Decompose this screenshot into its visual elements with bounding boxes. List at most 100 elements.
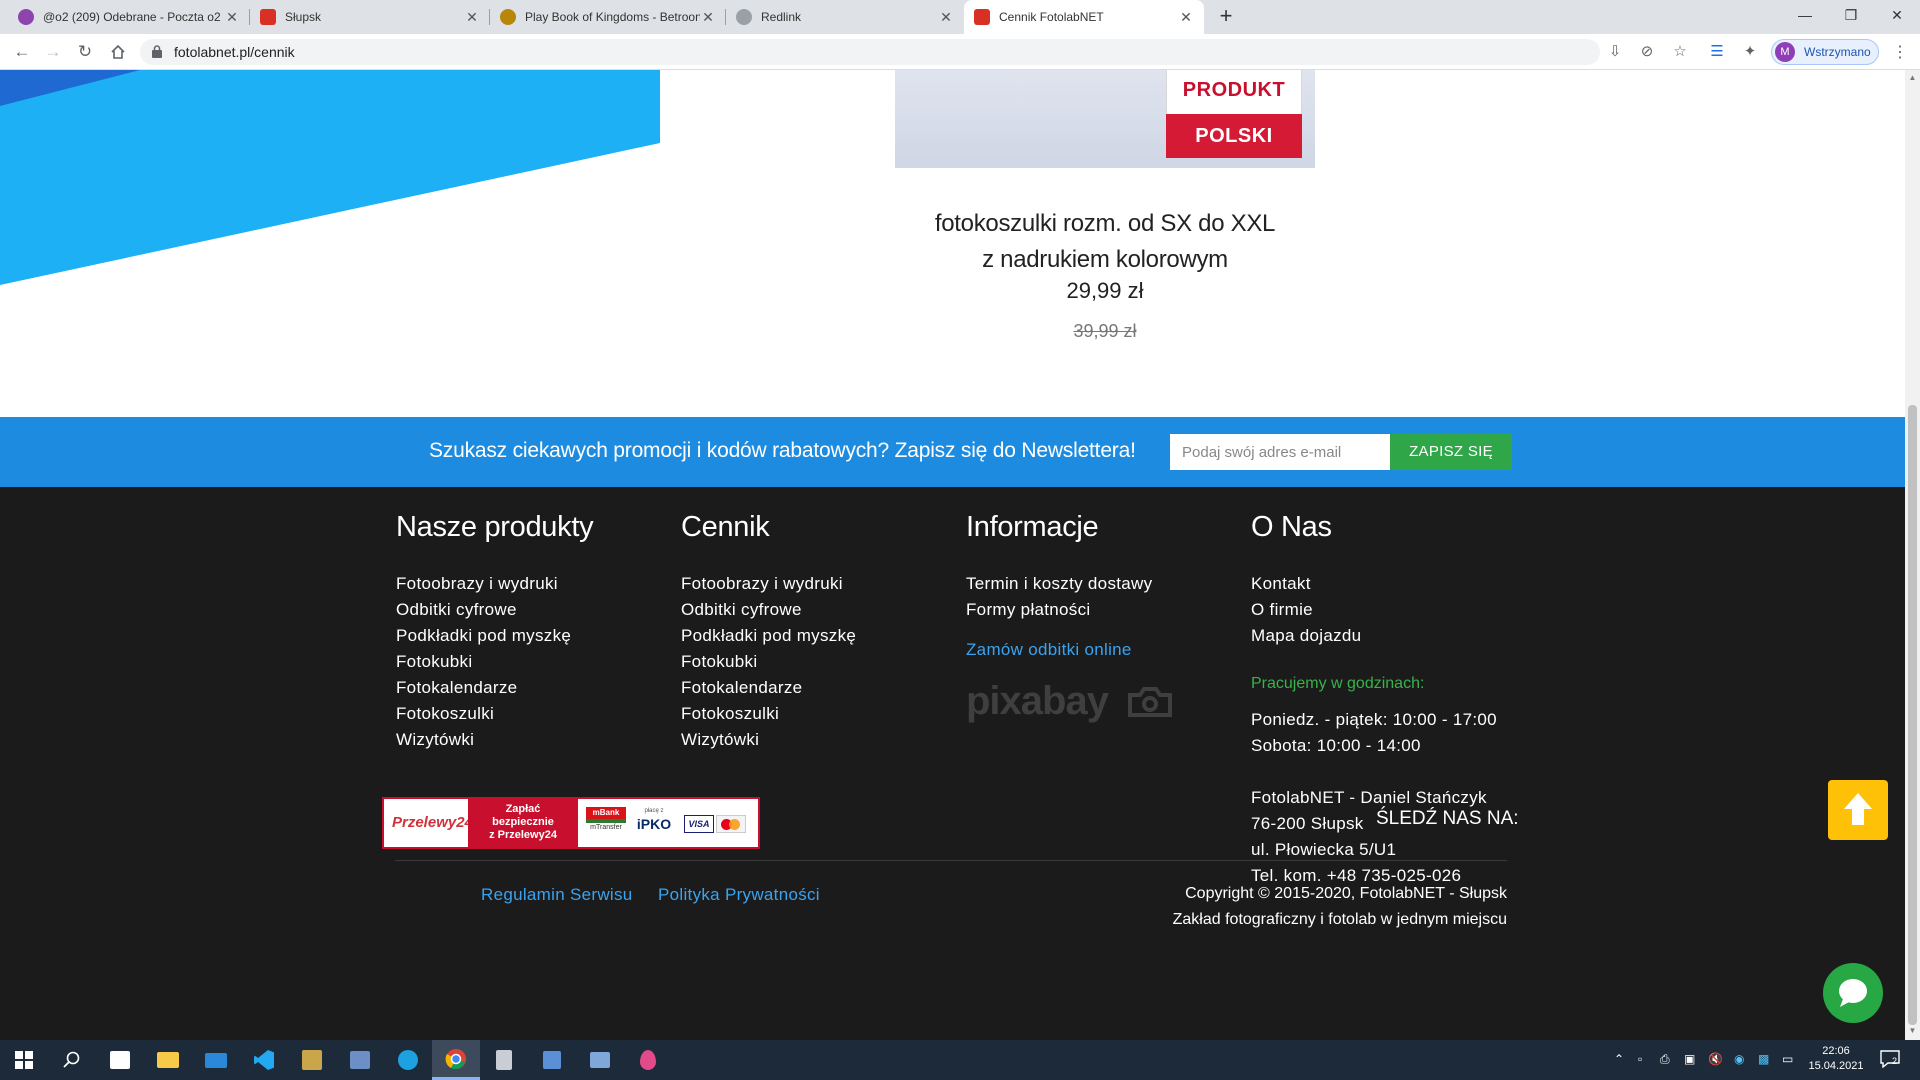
search-icon[interactable] <box>48 1040 96 1080</box>
footer-link[interactable]: Fotokoszulki <box>681 701 856 727</box>
translate-icon[interactable]: ☰ <box>1707 42 1727 62</box>
tray-app-icon[interactable]: ◉ <box>1734 1052 1744 1066</box>
volume-muted-icon[interactable]: 🔇 <box>1708 1052 1723 1066</box>
paint-drop-icon[interactable] <box>624 1040 672 1080</box>
footer-link[interactable]: Podkładki pod myszkę <box>681 623 856 649</box>
footer-link[interactable]: Formy płatności <box>966 597 1152 623</box>
footer-link[interactable]: Fotokalendarze <box>681 675 856 701</box>
app-icon[interactable] <box>288 1040 336 1080</box>
restore-icon[interactable]: ❐ <box>1828 0 1874 30</box>
footer-link[interactable]: Wizytówki <box>396 727 571 753</box>
scroll-up-arrow-icon[interactable]: ▲ <box>1908 73 1917 82</box>
tray-icon[interactable]: ▫ <box>1638 1052 1642 1066</box>
calculator-icon[interactable] <box>480 1040 528 1080</box>
scroll-to-top-button[interactable] <box>1828 780 1888 840</box>
system-clock[interactable]: 22:06 15.04.2021 <box>1806 1044 1866 1074</box>
remote-desktop-icon[interactable] <box>576 1040 624 1080</box>
product-title[interactable]: fotokoszulki rozm. od SX do XXL z nadruk… <box>860 206 1350 278</box>
newsletter-email-input[interactable] <box>1170 434 1390 470</box>
close-window-icon[interactable]: ✕ <box>1874 0 1920 30</box>
mastercard-logo <box>716 815 746 833</box>
avatar: M <box>1775 42 1795 62</box>
tab-close-icon[interactable]: ✕ <box>464 9 480 26</box>
windows-start-icon[interactable] <box>0 1040 48 1080</box>
back-icon[interactable]: ← <box>10 40 34 64</box>
footer-link[interactable]: Termin i koszty dostawy <box>966 571 1152 597</box>
tab-close-icon[interactable]: ✕ <box>1178 9 1194 26</box>
store-icon[interactable] <box>96 1040 144 1080</box>
file-explorer-icon[interactable] <box>144 1040 192 1080</box>
mail-icon[interactable] <box>192 1040 240 1080</box>
tab-slupsk[interactable]: Słupsk ✕ <box>250 0 490 34</box>
tray-icon[interactable]: ▣ <box>1684 1052 1695 1066</box>
lock-icon <box>152 45 162 63</box>
chat-button[interactable] <box>1823 963 1883 1023</box>
home-icon[interactable] <box>106 40 130 64</box>
notifications-icon[interactable]: 2 <box>1880 1050 1904 1070</box>
tray-app-icon[interactable]: ▩ <box>1758 1052 1769 1066</box>
newsletter-subscribe-button[interactable]: ZAPISZ SIĘ <box>1390 434 1512 470</box>
product-old-price: 39,99 zł <box>1073 321 1137 341</box>
globe-favicon-icon <box>736 9 752 25</box>
tab-title: Słupsk <box>285 10 322 24</box>
footer-link[interactable]: Fotoobrazy i wydruki <box>396 571 571 597</box>
footer-heading: Informacje <box>966 511 1099 543</box>
app-icon[interactable] <box>336 1040 384 1080</box>
tracking-blocked-icon[interactable]: ⊘ <box>1637 42 1657 62</box>
reload-icon[interactable]: ↻ <box>73 40 97 64</box>
vscode-icon[interactable] <box>240 1040 288 1080</box>
forward-icon[interactable]: → <box>41 40 65 64</box>
tab-close-icon[interactable]: ✕ <box>938 9 954 26</box>
footer-link[interactable]: Fotokubki <box>396 649 571 675</box>
scrollbar-thumb[interactable] <box>1908 405 1917 1025</box>
profile-button[interactable]: M Wstrzymano <box>1771 39 1879 65</box>
tab-close-icon[interactable]: ✕ <box>224 9 240 26</box>
footer-link[interactable]: Mapa dojazdu <box>1251 623 1361 649</box>
extensions-icon[interactable]: ✦ <box>1740 42 1760 62</box>
minimize-icon[interactable]: — <box>1782 0 1828 30</box>
footer-link[interactable]: Odbitki cyfrowe <box>396 597 571 623</box>
privacy-policy-link[interactable]: Polityka Prywatności <box>658 885 820 905</box>
browser-menu-icon[interactable]: ⋮ <box>1890 42 1910 62</box>
footer-link[interactable]: Fotokalendarze <box>396 675 571 701</box>
copyright-text: Copyright © 2015-2020, FotolabNET - Słup… <box>1185 885 1507 902</box>
przelewy24-banner[interactable]: Przelewy24 Zapłać bezpiecznie z Przelewy… <box>382 797 760 849</box>
footer-link[interactable]: Podkładki pod myszkę <box>396 623 571 649</box>
footer-link[interactable]: Odbitki cyfrowe <box>681 597 856 623</box>
visa-logo: VISA <box>684 815 714 833</box>
footer-link[interactable]: Fotokubki <box>681 649 856 675</box>
address-bar[interactable]: fotolabnet.pl/cennik <box>140 39 1600 65</box>
network-icon[interactable]: ▭ <box>1782 1052 1793 1066</box>
save-icon[interactable] <box>528 1040 576 1080</box>
footer-link[interactable]: Wizytówki <box>681 727 856 753</box>
edge-icon[interactable] <box>384 1040 432 1080</box>
footer-link[interactable]: Fotoobrazy i wydruki <box>681 571 856 597</box>
new-tab-button[interactable]: + <box>1212 4 1240 30</box>
tab-strip: @o2 (209) Odebrane - Poczta o2 ✕ Słupsk … <box>0 0 1920 34</box>
profile-status: Wstrzymano <box>1804 45 1871 59</box>
bookmark-star-icon[interactable]: ☆ <box>1670 42 1690 62</box>
footer-heading: Nasze produkty <box>396 511 594 543</box>
tab-cennik-fotolabnet[interactable]: Cennik FotolabNET ✕ <box>964 0 1204 34</box>
arrow-up-icon <box>1844 793 1872 825</box>
pixabay-logo[interactable]: pixabay <box>966 677 1186 723</box>
tab-redlink[interactable]: Redlink ✕ <box>726 0 964 34</box>
footer-link[interactable]: O firmie <box>1251 597 1361 623</box>
windows-taskbar: ⌃ ▫ ⎙ ▣ 🔇 ◉ ▩ ▭ 22:06 15.04.2021 2 <box>0 1040 1920 1080</box>
order-prints-link[interactable]: Zamów odbitki online <box>966 640 1132 660</box>
tab-book-of-kingdoms[interactable]: Play Book of Kingdoms - Betroon ✕ <box>490 0 726 34</box>
scroll-down-arrow-icon[interactable]: ▼ <box>1908 1026 1917 1035</box>
tab-o2-mail[interactable]: @o2 (209) Odebrane - Poczta o2 ✕ <box>8 0 250 34</box>
page-scrollbar[interactable]: ▲ ▼ <box>1905 70 1920 1040</box>
mbank-mtransfer-logo: mBank mTransfer <box>586 807 626 837</box>
terms-link[interactable]: Regulamin Serwisu <box>481 885 633 905</box>
tray-chevron-icon[interactable]: ⌃ <box>1614 1052 1624 1066</box>
chrome-icon[interactable] <box>432 1040 480 1080</box>
printer-icon[interactable]: ⎙ <box>1660 1052 1670 1067</box>
hours-line: Poniedz. - piątek: 10:00 - 17:00 <box>1251 710 1497 729</box>
tab-close-icon[interactable]: ✕ <box>700 9 716 26</box>
footer-link[interactable]: Kontakt <box>1251 571 1361 597</box>
install-icon[interactable]: ⇩ <box>1605 42 1625 62</box>
betroon-favicon-icon <box>500 9 516 25</box>
footer-link[interactable]: Fotokoszulki <box>396 701 571 727</box>
